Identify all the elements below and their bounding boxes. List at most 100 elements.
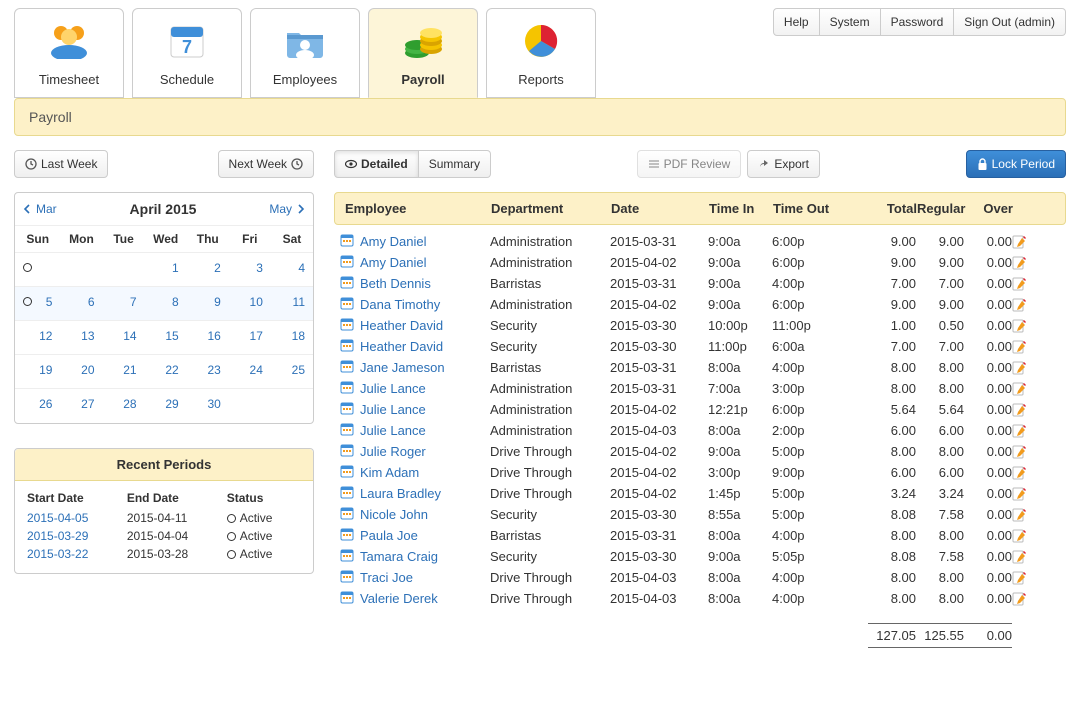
tab-timesheet[interactable]: Timesheet: [14, 8, 124, 98]
employee-link[interactable]: Nicole John: [360, 507, 428, 522]
time-out-cell: 4:00p: [772, 360, 844, 375]
cal-day[interactable]: 10: [229, 287, 271, 321]
cal-day[interactable]: 14: [103, 321, 145, 355]
edit-icon[interactable]: [1012, 571, 1040, 585]
cal-day[interactable]: 30: [187, 389, 229, 423]
edit-icon[interactable]: [1012, 382, 1040, 396]
cal-prev-month[interactable]: Mar: [23, 202, 57, 216]
employee-link[interactable]: Amy Daniel: [360, 255, 426, 270]
cal-day[interactable]: 7: [103, 287, 145, 321]
time-out-cell: 6:00a: [772, 339, 844, 354]
tab-payroll[interactable]: Payroll: [368, 8, 478, 98]
employee-link[interactable]: Traci Joe: [360, 570, 413, 585]
edit-icon[interactable]: [1012, 592, 1040, 606]
time-out-cell: 6:00p: [772, 297, 844, 312]
summary-button[interactable]: Summary: [419, 150, 491, 178]
cal-day[interactable]: 21: [103, 355, 145, 389]
cal-day[interactable]: 17: [229, 321, 271, 355]
cal-day[interactable]: 8: [145, 287, 187, 321]
cal-day[interactable]: 1: [145, 253, 187, 287]
tab-schedule[interactable]: 7 Schedule: [132, 8, 242, 98]
time-in-cell: 8:00a: [708, 528, 772, 543]
pdf-review-button[interactable]: PDF Review: [637, 150, 742, 178]
signout-button[interactable]: Sign Out (admin): [954, 8, 1066, 36]
employee-link[interactable]: Tamara Craig: [360, 549, 438, 564]
edit-icon[interactable]: [1012, 508, 1040, 522]
period-start-link[interactable]: 2015-03-22: [27, 547, 88, 561]
last-week-button[interactable]: Last Week: [14, 150, 108, 178]
employee-link[interactable]: Jane Jameson: [360, 360, 445, 375]
payroll-row: Amy DanielAdministration2015-04-029:00a6…: [334, 252, 1066, 273]
edit-icon[interactable]: [1012, 529, 1040, 543]
cal-day[interactable]: 2: [187, 253, 229, 287]
edit-icon[interactable]: [1012, 340, 1040, 354]
edit-icon[interactable]: [1012, 235, 1040, 249]
help-button[interactable]: Help: [773, 8, 820, 36]
cal-day[interactable]: 9: [187, 287, 229, 321]
employee-link[interactable]: Valerie Derek: [360, 591, 438, 606]
edit-icon[interactable]: [1012, 424, 1040, 438]
detailed-button[interactable]: Detailed: [334, 150, 419, 178]
cal-day[interactable]: 19: [15, 355, 60, 389]
tab-reports[interactable]: Reports: [486, 8, 596, 98]
cal-day[interactable]: 13: [60, 321, 102, 355]
cal-day[interactable]: 3: [229, 253, 271, 287]
edit-icon[interactable]: [1012, 298, 1040, 312]
over-cell: 0.00: [964, 234, 1012, 249]
cal-day[interactable]: 5: [15, 287, 60, 321]
cal-day[interactable]: 12: [15, 321, 60, 355]
cal-day[interactable]: 16: [187, 321, 229, 355]
employee-link[interactable]: Julie Lance: [360, 402, 426, 417]
edit-icon[interactable]: [1012, 466, 1040, 480]
export-button[interactable]: Export: [747, 150, 820, 178]
employee-link[interactable]: Kim Adam: [360, 465, 419, 480]
password-button[interactable]: Password: [881, 8, 955, 36]
period-start-link[interactable]: 2015-03-29: [27, 529, 88, 543]
period-start-link[interactable]: 2015-04-05: [27, 511, 88, 525]
cal-day[interactable]: 26: [15, 389, 60, 423]
edit-icon[interactable]: [1012, 319, 1040, 333]
next-week-button[interactable]: Next Week: [218, 150, 314, 178]
system-button[interactable]: System: [820, 8, 881, 36]
cal-day[interactable]: 24: [229, 355, 271, 389]
edit-icon[interactable]: [1012, 403, 1040, 417]
employee-link[interactable]: Laura Bradley: [360, 486, 441, 501]
employee-link[interactable]: Julie Lance: [360, 381, 426, 396]
tab-employees[interactable]: Employees: [250, 8, 360, 98]
cal-day[interactable]: 27: [60, 389, 102, 423]
employee-link[interactable]: Paula Joe: [360, 528, 418, 543]
edit-icon[interactable]: [1012, 277, 1040, 291]
edit-icon[interactable]: [1012, 487, 1040, 501]
cal-day[interactable]: 4: [271, 253, 313, 287]
regular-cell: 3.24: [916, 486, 964, 501]
tab-label: Employees: [273, 72, 337, 87]
cal-day[interactable]: 28: [103, 389, 145, 423]
edit-icon[interactable]: [1012, 256, 1040, 270]
employee-link[interactable]: Dana Timothy: [360, 297, 440, 312]
edit-icon[interactable]: [1012, 550, 1040, 564]
lock-period-button[interactable]: Lock Period: [966, 150, 1066, 178]
cal-dow: Sat: [271, 226, 313, 253]
payroll-row: Heather DavidSecurity2015-03-3010:00p11:…: [334, 315, 1066, 336]
cal-day[interactable]: 20: [60, 355, 102, 389]
cal-day[interactable]: 22: [145, 355, 187, 389]
cal-day[interactable]: 15: [145, 321, 187, 355]
cal-day[interactable]: 11: [271, 287, 313, 321]
employee-link[interactable]: Amy Daniel: [360, 234, 426, 249]
cal-next-month[interactable]: May: [269, 202, 305, 216]
cal-day[interactable]: 25: [271, 355, 313, 389]
edit-icon[interactable]: [1012, 361, 1040, 375]
employee-link[interactable]: Julie Roger: [360, 444, 426, 459]
cal-day[interactable]: 23: [187, 355, 229, 389]
edit-icon[interactable]: [1012, 445, 1040, 459]
cal-day[interactable]: 29: [145, 389, 187, 423]
cal-day[interactable]: 18: [271, 321, 313, 355]
period-status: Active: [227, 545, 301, 563]
employee-link[interactable]: Beth Dennis: [360, 276, 431, 291]
regular-cell: 9.00: [916, 255, 964, 270]
date-cell: 2015-04-03: [610, 591, 708, 606]
employee-link[interactable]: Heather David: [360, 339, 443, 354]
employee-link[interactable]: Julie Lance: [360, 423, 426, 438]
cal-day[interactable]: 6: [60, 287, 102, 321]
employee-link[interactable]: Heather David: [360, 318, 443, 333]
